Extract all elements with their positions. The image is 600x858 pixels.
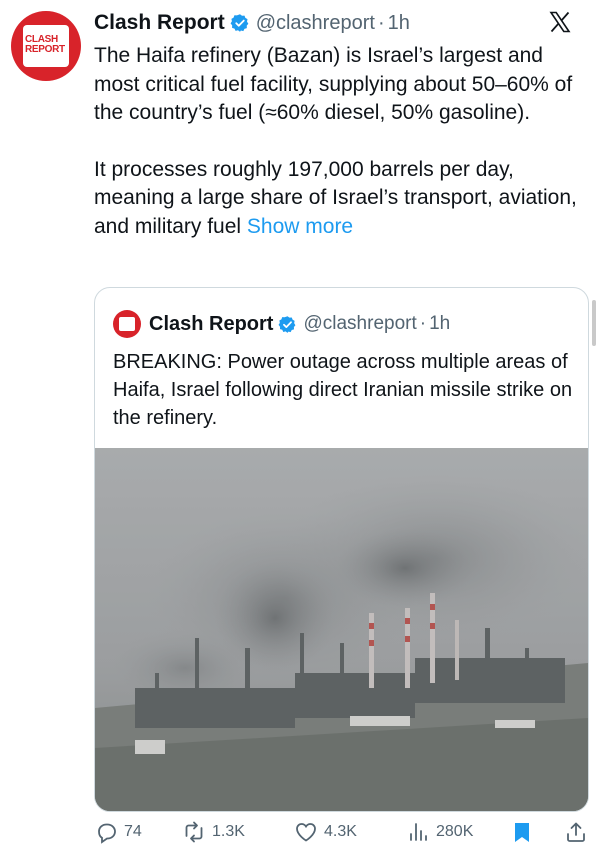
verified-badge-icon: [279, 315, 296, 333]
quoted-tweet-header: Clash Report @clashreport · 1h: [113, 310, 450, 338]
tweet-actions-bar: 74 1.3K 4.3K 280K: [94, 818, 594, 850]
separator-dot: ·: [377, 11, 385, 34]
reply-button[interactable]: 74: [94, 820, 142, 844]
quoted-tweet-text: BREAKING: Power outage across multiple a…: [113, 351, 573, 429]
like-icon: [296, 823, 316, 842]
quoted-author-handle: @clashreport: [303, 313, 417, 334]
bookmark-icon: [515, 823, 529, 842]
reply-icon: [98, 823, 116, 844]
like-button[interactable]: 4.3K: [294, 820, 357, 844]
views-button[interactable]: 280K: [406, 820, 473, 844]
quoted-author-avatar: [113, 310, 141, 338]
author-handle[interactable]: @clashreport: [256, 12, 375, 35]
reply-count: 74: [124, 823, 142, 840]
quoted-tweet-card[interactable]: Clash Report @clashreport · 1h BREAKING:…: [94, 287, 589, 812]
scrollbar[interactable]: [592, 300, 596, 346]
author-name[interactable]: Clash Report: [94, 11, 225, 35]
share-button[interactable]: [564, 820, 588, 844]
views-icon: [410, 823, 427, 841]
tweet-header: Clash Report @clashreport · 1h: [94, 8, 410, 38]
repost-button[interactable]: 1.3K: [182, 820, 245, 844]
share-icon: [567, 822, 585, 842]
refinery-smoke-photo[interactable]: [95, 448, 588, 811]
tweet-paragraph-2: It processes roughly 197,000 barrels per…: [94, 156, 594, 242]
separator-dot: ·: [419, 313, 427, 334]
verified-badge-icon: [230, 14, 249, 32]
view-count: 280K: [436, 823, 474, 840]
like-count: 4.3K: [324, 823, 357, 840]
avatar-text-report: REPORT: [25, 44, 65, 55]
show-more-link[interactable]: Show more: [247, 215, 353, 238]
tweet-timestamp[interactable]: 1h: [388, 12, 410, 35]
quoted-author-name: Clash Report: [149, 312, 274, 335]
author-avatar[interactable]: CLASH REPORT: [11, 11, 81, 81]
x-logo-icon: [549, 11, 571, 33]
quoted-tweet-timestamp: 1h: [429, 313, 451, 334]
repost-icon: [185, 821, 203, 843]
tweet-paragraph-1: The Haifa refinery (Bazan) is Israel’s l…: [94, 44, 573, 124]
bookmark-button[interactable]: [510, 820, 534, 844]
repost-count: 1.3K: [212, 823, 245, 840]
avatar-logo: CLASH REPORT: [23, 25, 69, 67]
tweet-body: The Haifa refinery (Bazan) is Israel’s l…: [94, 42, 594, 241]
